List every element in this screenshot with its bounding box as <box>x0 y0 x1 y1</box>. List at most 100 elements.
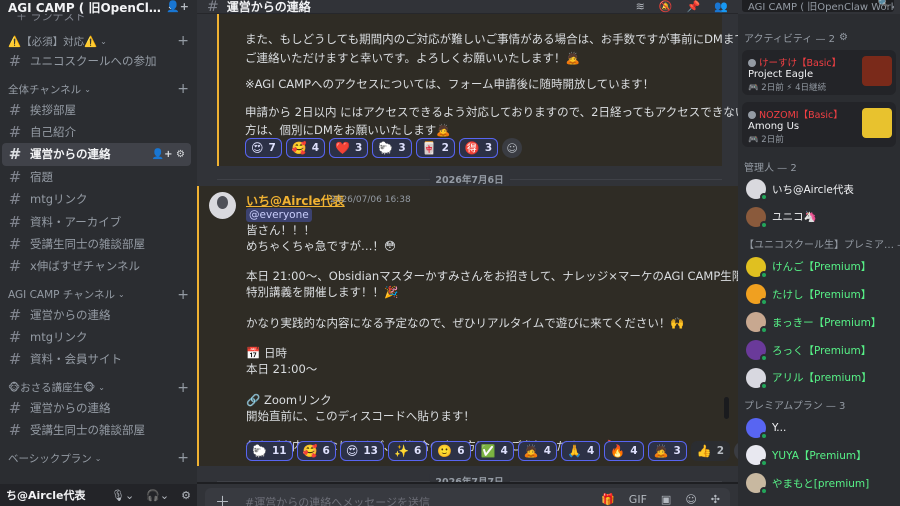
message-text-line: 📅 日時 <box>246 346 287 361</box>
channel-item[interactable]: # 受講生同士の雑談部屋 <box>2 419 191 441</box>
reaction-button[interactable]: 🔥 4 <box>604 441 644 461</box>
sticker-icon[interactable]: ▣ <box>661 493 671 506</box>
member-item[interactable]: YUYA【Premium】 <box>742 442 896 468</box>
user-panel[interactable]: ち@Aircle代表 🎙⌄ 🎧⌄ ⚙ <box>0 484 197 506</box>
avatar <box>746 445 768 468</box>
notification-bell-icon[interactable]: 🔕 <box>659 0 673 13</box>
gear-icon[interactable]: ⚙ <box>181 489 191 502</box>
channel-item[interactable]: # 運営からの連絡 <box>2 397 191 419</box>
reaction-emoji: ✅ <box>480 444 496 458</box>
member-item[interactable]: けんご【Premium】 <box>742 254 896 280</box>
add-channel-icon[interactable]: + <box>177 450 189 466</box>
chevron-down-icon: ⌄ <box>118 290 125 300</box>
channel-item[interactable]: # 資料・会員サイト <box>2 348 191 370</box>
reaction-emoji: 🙏 <box>567 444 582 458</box>
reaction-button[interactable]: 🙂 6 <box>431 441 471 461</box>
member-item[interactable]: アリル【premium】 <box>742 365 896 391</box>
add-channel-icon[interactable]: + <box>177 287 189 303</box>
channel-settings-icon[interactable]: 👤+ ⚙ <box>152 149 185 160</box>
add-channel-icon[interactable]: + <box>177 33 189 49</box>
hash-icon: # <box>8 100 22 119</box>
channel-item[interactable]: # 挨拶部屋 <box>2 98 191 120</box>
reaction-button[interactable]: 🉐 3 <box>458 138 499 158</box>
channel-item[interactable]: # ユニコスクールへの参加 <box>2 50 191 72</box>
channel-item[interactable]: # mtgリンク <box>2 326 191 348</box>
reaction-emoji: 🐑 <box>252 444 267 458</box>
everyone-mention[interactable]: @everyone <box>246 208 312 222</box>
category-header[interactable]: ベーシックプラン ⌄ + <box>0 449 197 467</box>
reaction-button[interactable]: 👍 2 <box>690 441 731 461</box>
reaction-button[interactable]: ❤️ 3 <box>329 138 369 158</box>
channel-label: 資料・会員サイト <box>30 352 122 367</box>
attach-plus-icon[interactable]: ＋ <box>215 491 230 506</box>
channel-item[interactable]: # 運営からの連絡 <box>2 304 191 326</box>
member-item[interactable]: まっきー【Premium】 <box>742 309 896 335</box>
activity-card[interactable]: NOZOMI【Basic】 Among Us 🎮 2日前 <box>742 102 896 147</box>
reaction-button[interactable]: 🙇 3 <box>647 441 687 461</box>
partial-channel[interactable]: ＋ ランテスト <box>0 14 197 24</box>
category-header[interactable]: 全体チャンネル ⌄ + <box>0 80 197 98</box>
reaction-button[interactable]: 🀄 2 <box>415 138 455 158</box>
activity-card[interactable]: けーすけ【Basic】 Project Eagle 🎮 2日前 ⚡ 4日継続 <box>742 50 896 95</box>
server-header[interactable]: AGI CAMP ( 旧OpenClaw… ⌄ 👤+ <box>0 0 197 15</box>
reaction-button[interactable]: 🙏 4 <box>561 441 601 461</box>
avatar <box>746 473 768 496</box>
category-header[interactable]: ⚠️【必須】対応⚠️ ⌄ + <box>0 32 197 50</box>
emoji-icon[interactable]: ☺ <box>685 493 696 506</box>
message-text-line: 皆さん！！！ <box>246 223 315 237</box>
add-channel-icon[interactable]: + <box>177 380 189 396</box>
search-bar[interactable]: AGI CAMP ( 旧OpenClaw Worksh… 🔍 <box>738 0 900 14</box>
avatar <box>746 312 768 335</box>
reaction-button[interactable]: 😍 7 <box>245 138 282 158</box>
gift-icon[interactable]: 🎁 <box>601 493 615 506</box>
channel-item[interactable]: # 宿題 <box>2 166 191 188</box>
microphone-icon[interactable]: 🎙⌄ <box>111 489 134 502</box>
hash-icon: # <box>8 145 22 164</box>
reaction-button[interactable]: 🙇 4 <box>517 441 558 461</box>
reaction-count: 3 <box>673 445 681 457</box>
channel-item[interactable]: # 受講生同士の雑談部屋 <box>2 233 191 255</box>
gif-icon[interactable]: GIF <box>629 493 647 506</box>
pin-icon[interactable]: 📌 <box>687 0 701 13</box>
avatar[interactable] <box>209 192 236 219</box>
member-item[interactable]: いち@Aircle代表 <box>742 176 896 202</box>
category-header[interactable]: AGI CAMP チャンネル ⌄ + <box>0 286 197 304</box>
invite-icon[interactable]: 👤+ <box>166 0 189 13</box>
reaction-button[interactable]: 😍 13 <box>339 441 384 461</box>
channel-item[interactable]: # 自己紹介 <box>2 121 191 143</box>
reaction-button[interactable]: 🐑 11 <box>246 441 293 461</box>
member-item[interactable]: Y... <box>742 415 896 441</box>
reaction-button[interactable]: 🥰 6 <box>296 441 336 461</box>
reaction-button[interactable]: 🐑 3 <box>372 138 412 158</box>
activity-game: Among Us <box>748 121 800 132</box>
add-channel-icon[interactable]: + <box>177 81 189 97</box>
reaction-button[interactable]: ✨ 6 <box>387 441 428 461</box>
channel-item[interactable]: # 運営からの連絡 👤+ ⚙ <box>2 143 191 166</box>
channel-item[interactable]: # 資料・アーカイブ <box>2 210 191 232</box>
category-header[interactable]: 🐵おさる講座生🐵 ⌄ + <box>0 379 197 397</box>
activity-game: Project Eagle <box>748 69 814 80</box>
scrollbar-thumb[interactable] <box>724 397 729 419</box>
channel-item[interactable]: # x伸ばすぜチャンネル <box>2 255 191 277</box>
member-name: YUYA【Premium】 <box>772 449 867 462</box>
message-input[interactable]: #運営からの連絡へメッセージを送信 <box>245 494 430 506</box>
member-item[interactable]: やまもと[premium] <box>742 470 896 496</box>
add-reaction-icon[interactable]: ☺ <box>502 138 523 158</box>
member-item[interactable]: ユニコ🦄 <box>742 204 896 230</box>
apps-icon[interactable]: ✣ <box>711 493 720 506</box>
reaction-button[interactable]: 🥰 4 <box>285 138 326 158</box>
member-item[interactable]: ろっく【Premium】 <box>742 337 896 363</box>
channel-item[interactable]: # mtgリンク <box>2 188 191 210</box>
message-announcement[interactable]: いち@Aircle代表 2026/07/06 16:38 @everyone 皆… <box>197 186 738 466</box>
message-previous[interactable]: また、もしどうしても期間内のご対応が難しいご事情がある場合は、お手数ですが事前に… <box>217 14 738 166</box>
member-list-icon[interactable]: 👥 <box>714 0 728 13</box>
status-dot-icon <box>760 487 768 496</box>
search-input[interactable]: AGI CAMP ( 旧OpenClaw Worksh… <box>742 0 894 12</box>
hash-icon: # <box>8 305 22 324</box>
reaction-button[interactable]: ✅ 4 <box>474 441 514 461</box>
status-dot-icon <box>760 298 768 307</box>
threads-icon[interactable]: ≋ <box>636 0 645 13</box>
hash-icon: # <box>8 350 22 369</box>
headset-icon[interactable]: 🎧⌄ <box>146 489 169 502</box>
member-item[interactable]: たけし【Premium】 <box>742 281 896 307</box>
